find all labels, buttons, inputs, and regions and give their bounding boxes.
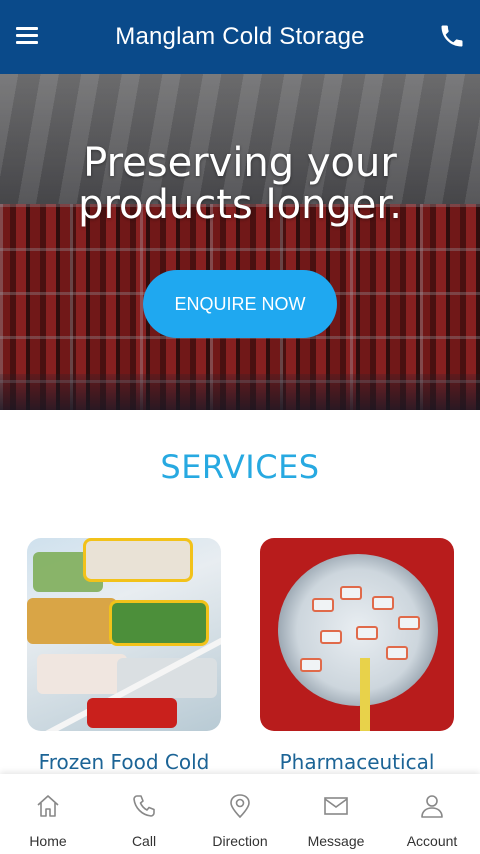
bottom-navigation: Home Call Direction Message Account [0,774,480,854]
service-card-pharmaceutical[interactable]: Pharmaceutical [260,538,454,774]
envelope-icon [324,797,348,815]
nav-item-home[interactable]: Home [0,774,96,854]
frozen-food-containers-image [27,538,221,731]
app-header: Manglam Cold Storage [0,0,480,74]
pharmaceutical-storage-image [260,538,454,731]
nav-label-direction: Direction [212,833,268,849]
hero-headline: Preserving your products longer. [78,140,402,228]
home-icon [37,795,59,817]
service-card-frozen-food[interactable]: Frozen Food Cold [27,538,221,774]
nav-item-message[interactable]: Message [288,774,384,854]
map-pin-icon [230,794,250,819]
nav-item-call[interactable]: Call [96,774,192,854]
hamburger-menu-icon[interactable] [16,27,38,45]
user-icon [421,795,443,818]
app-title: Manglam Cold Storage [115,23,365,50]
nav-label-home: Home [29,833,67,849]
services-heading: SERVICES [160,448,320,486]
nav-label-call: Call [131,833,157,849]
nav-label-message: Message [307,833,365,849]
nav-label-account: Account [406,833,458,849]
phone-icon[interactable] [438,22,466,50]
nav-item-account[interactable]: Account [384,774,480,854]
nav-item-direction[interactable]: Direction [192,774,288,854]
enquire-now-button[interactable]: ENQUIRE NOW [143,270,337,338]
service-label[interactable]: Frozen Food Cold [7,750,241,774]
service-label[interactable]: Pharmaceutical [240,750,474,774]
phone-icon [133,795,155,817]
hero-banner: Preserving your products longer. ENQUIRE… [0,74,480,410]
